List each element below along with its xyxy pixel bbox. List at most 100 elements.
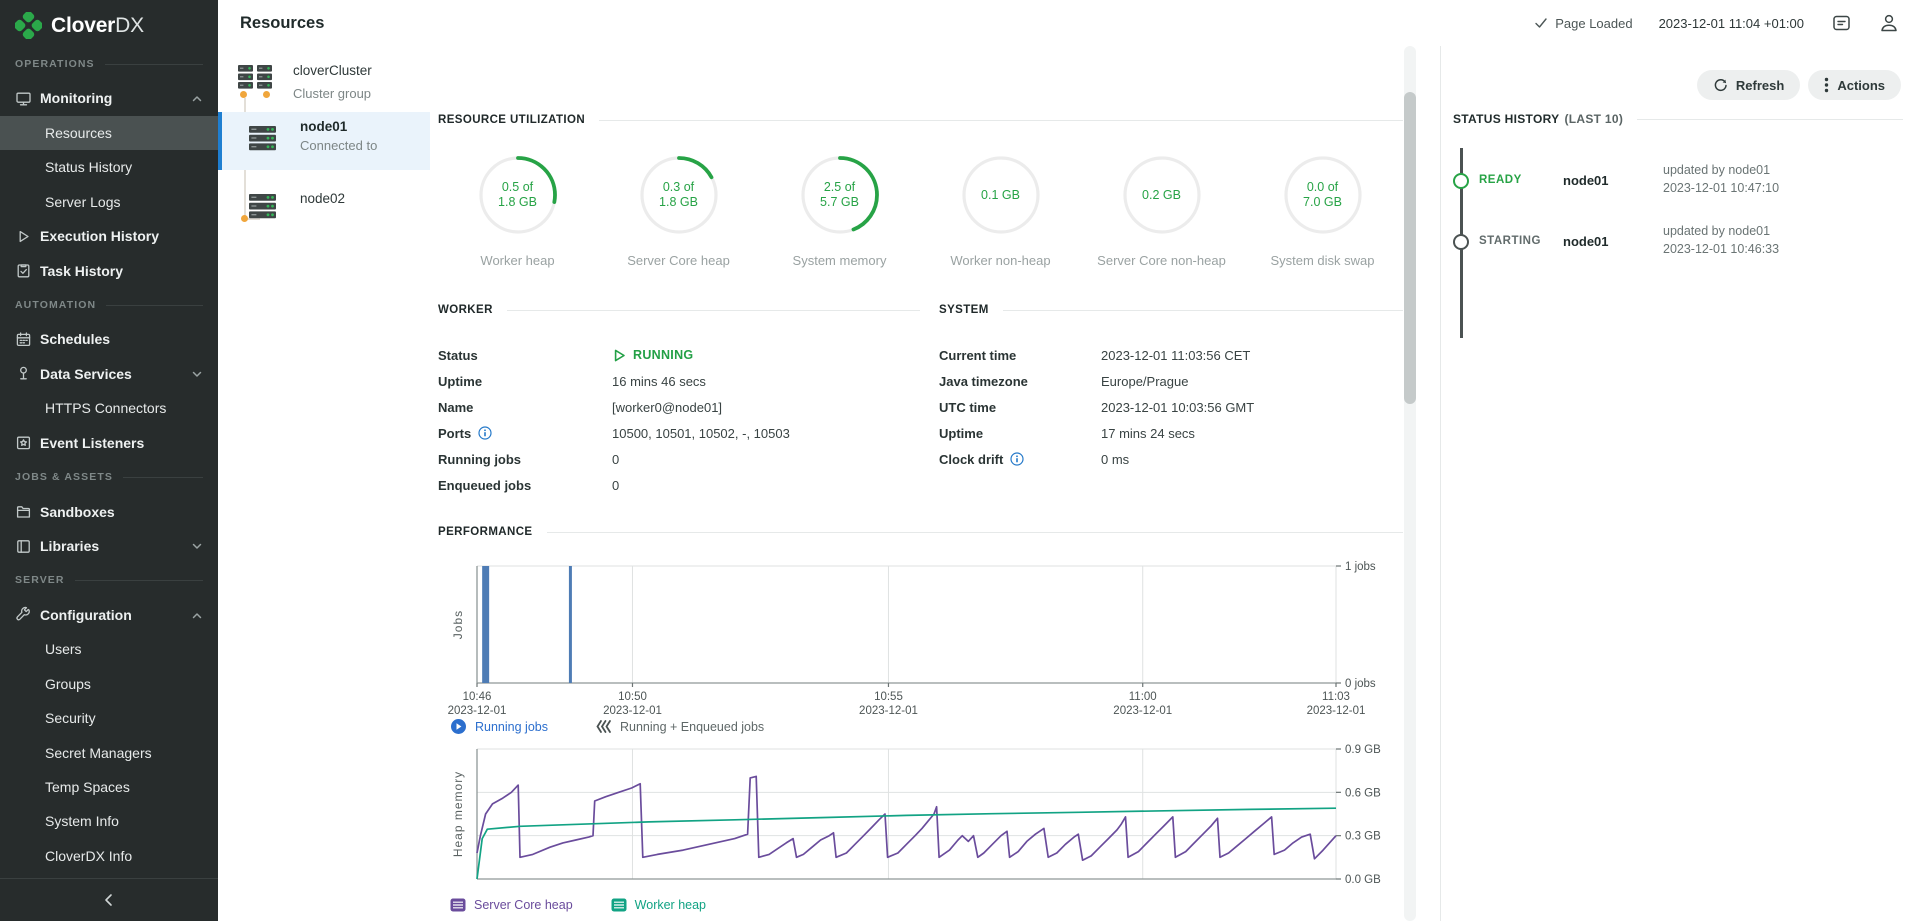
- svg-text:0.0 GB: 0.0 GB: [1345, 874, 1381, 886]
- status-label: READY: [1479, 174, 1522, 186]
- svg-text:11:03: 11:03: [1322, 691, 1350, 703]
- server-node-icon: [249, 194, 276, 219]
- gauge-value-line: 0.2 GB: [1142, 188, 1181, 203]
- sidebar-item-sandboxes[interactable]: Sandboxes: [0, 495, 218, 529]
- gauge-value: 0.0 of7.0 GB: [1281, 153, 1365, 237]
- app-logo[interactable]: CloverDX: [15, 12, 144, 39]
- sidebar-child-label: Resources: [45, 125, 112, 141]
- detail-value: 0: [612, 478, 619, 493]
- sidebar-child-label: Groups: [45, 676, 91, 692]
- sidebar-item-data-services[interactable]: Data Services: [0, 357, 218, 391]
- detail-label-text: Java timezone: [939, 374, 1028, 389]
- detail-label: Ports: [438, 426, 612, 441]
- gauge-label: System memory: [793, 253, 887, 268]
- sidebar-item-task-history[interactable]: Task History: [0, 254, 218, 288]
- status-node-name: node01: [1563, 173, 1609, 188]
- cluster-group-icon: [238, 64, 273, 90]
- detail-label: Java timezone: [939, 374, 1101, 389]
- legend-item-running-jobs[interactable]: Running jobs: [450, 718, 548, 735]
- section-label-text: AUTOMATION: [15, 299, 96, 311]
- play-circle-icon: [450, 718, 467, 735]
- legend-item-server-core-heap[interactable]: Server Core heap: [450, 898, 573, 912]
- detail-label-text: Ports: [438, 426, 471, 441]
- detail-row-enqueued-jobs: Enqueued jobs 0: [438, 472, 790, 498]
- section-divider-line: [75, 580, 203, 581]
- status-text: RUNNING: [633, 348, 693, 362]
- detail-value: 16 mins 46 secs: [612, 374, 706, 389]
- sidebar-item-users[interactable]: Users: [0, 632, 218, 666]
- gauge-ring: 0.5 of1.8 GB: [476, 153, 560, 237]
- section-divider-line: [123, 477, 203, 478]
- detail-row-utc-time: UTC time2023-12-01 10:03:56 GMT: [939, 394, 1254, 420]
- gauge-label: System disk swap: [1270, 253, 1374, 268]
- sidebar-item-temp-spaces[interactable]: Temp Spaces: [0, 770, 218, 804]
- gauge-value-line: 5.7 GB: [820, 195, 859, 210]
- actions-button[interactable]: Actions: [1808, 70, 1901, 100]
- sidebar-item-event-listeners[interactable]: Event Listeners: [0, 426, 218, 460]
- legend-item-running-enqueued-jobs[interactable]: Running + Enqueued jobs: [594, 719, 764, 734]
- worker-header: WORKER: [438, 304, 920, 316]
- sidebar-item-system-info[interactable]: System Info: [0, 804, 218, 838]
- sidebar-item-status-history[interactable]: Status History: [0, 150, 218, 184]
- gauge-value: 2.5 of5.7 GB: [798, 153, 882, 237]
- sidebar-item-schedules[interactable]: Schedules: [0, 322, 218, 356]
- gauge-value: 0.3 of1.8 GB: [637, 153, 721, 237]
- detail-value: Europe/Prague: [1101, 374, 1188, 389]
- detail-value: 17 mins 24 secs: [1101, 426, 1195, 441]
- sidebar-item-libraries[interactable]: Libraries: [0, 529, 218, 563]
- node-row-clovercluster[interactable]: cloverClusterCluster group: [218, 58, 430, 110]
- node-row-node02[interactable]: node02: [218, 178, 430, 236]
- sidebar-item-security[interactable]: Security: [0, 701, 218, 735]
- svg-text:Jobs: Jobs: [451, 610, 465, 639]
- sidebar-item-configuration[interactable]: Configuration: [0, 598, 218, 632]
- sidebar-item-https-connectors[interactable]: HTTPS Connectors: [0, 391, 218, 425]
- gauges-row: 0.5 of1.8 GBWorker heap0.3 of1.8 GBServe…: [437, 153, 1403, 268]
- sidebar-collapse-button[interactable]: [0, 879, 218, 921]
- sidebar-item-execution-history[interactable]: Execution History: [0, 219, 218, 253]
- detail-label-text: Clock drift: [939, 452, 1003, 467]
- status-dot-starting: [1453, 234, 1469, 250]
- legend-label: Server Core heap: [474, 898, 573, 912]
- page-title: Resources: [240, 14, 324, 33]
- sidebar-item-monitoring[interactable]: Monitoring: [0, 81, 218, 115]
- info-icon[interactable]: [478, 426, 492, 440]
- sidebar-item-label: Data Services: [40, 366, 132, 382]
- sidebar-section-label: JOBS & ASSETS: [0, 460, 218, 494]
- gauge-worker-heap: 0.5 of1.8 GBWorker heap: [437, 153, 598, 268]
- legend-item-worker-heap[interactable]: Worker heap: [611, 898, 706, 912]
- detail-label-text: Enqueued jobs: [438, 478, 531, 493]
- sidebar-item-server-logs[interactable]: Server Logs: [0, 185, 218, 219]
- status-meta: updated by node012023-12-01 10:46:33: [1663, 222, 1779, 258]
- server-node-icon: [249, 126, 276, 151]
- refresh-button[interactable]: Refresh: [1697, 70, 1800, 100]
- worker-details: StatusRUNNINGUptime16 mins 46 secsName[w…: [438, 342, 790, 498]
- sidebar-item-label: Event Listeners: [40, 435, 144, 451]
- legend-label: Running + Enqueued jobs: [620, 720, 764, 734]
- node-name: node01: [300, 119, 347, 134]
- library-icon: [15, 538, 32, 555]
- detail-value: 10500, 10501, 10502, -, 10503: [612, 426, 790, 441]
- node-row-node01[interactable]: node01Connected to: [218, 112, 434, 170]
- detail-value: 2023-12-01 11:03:56 CET: [1101, 348, 1250, 363]
- play-status-icon: [612, 348, 627, 363]
- main-scrollbar-thumb[interactable]: [1404, 92, 1416, 404]
- data-services-icon: [15, 365, 32, 382]
- sidebar-child-label: Server Logs: [45, 194, 120, 210]
- detail-label: Running jobs: [438, 452, 612, 467]
- sidebar-child-label: HTTPS Connectors: [45, 400, 166, 416]
- sidebar-item-secret-managers[interactable]: Secret Managers: [0, 736, 218, 770]
- sidebar-item-groups[interactable]: Groups: [0, 667, 218, 701]
- feedback-message-icon[interactable]: [1830, 12, 1852, 34]
- user-account-icon[interactable]: [1878, 12, 1900, 34]
- sidebar-item-label: Monitoring: [40, 90, 112, 106]
- sidebar-item-resources[interactable]: Resources: [0, 116, 218, 150]
- wrench-icon: [15, 606, 32, 623]
- sidebar-item-cloverdx-info[interactable]: CloverDX Info: [0, 839, 218, 873]
- svg-text:10:55: 10:55: [874, 691, 903, 703]
- node-subtitle: Cluster group: [293, 86, 371, 101]
- svg-text:10:46: 10:46: [463, 691, 492, 703]
- jobs-chart-legend: Running jobs Running + Enqueued jobs: [450, 718, 764, 735]
- gauge-value-line: 0.0 of: [1307, 180, 1338, 195]
- info-icon[interactable]: [1010, 452, 1024, 466]
- sidebar-item-label: Task History: [40, 263, 123, 279]
